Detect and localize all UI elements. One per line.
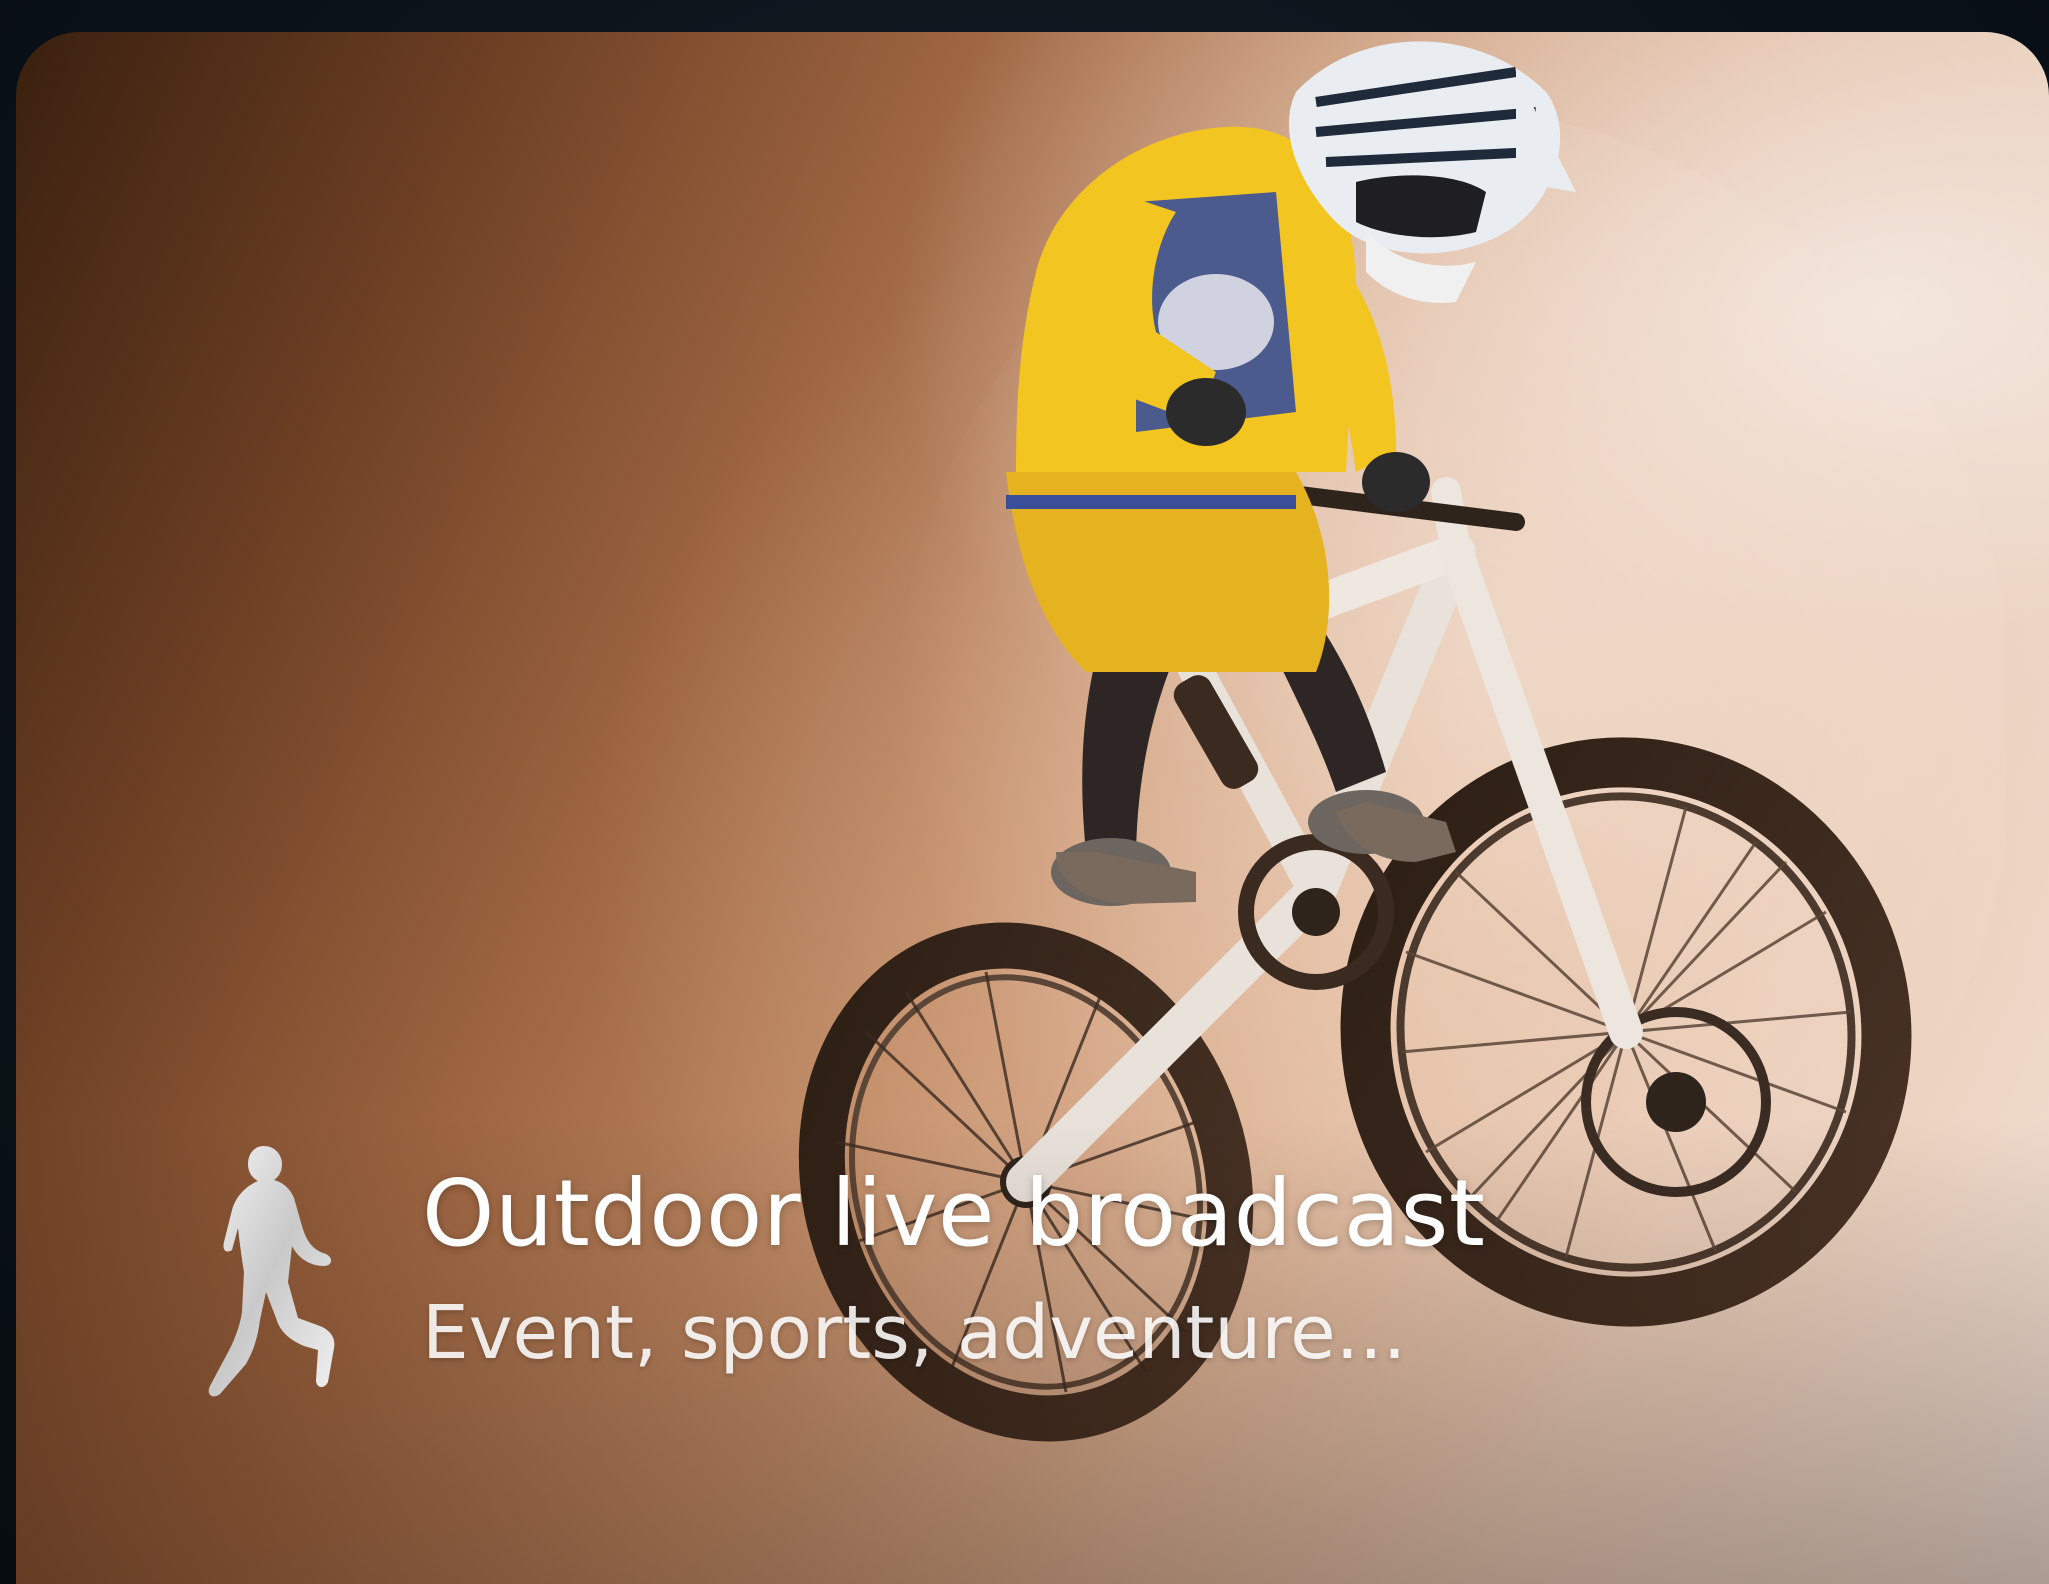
outdoor-broadcast-card[interactable]: Outdoor live broadcast Event, sports, ad…: [16, 32, 2049, 1584]
runner-icon: [208, 1146, 335, 1397]
card-text: Outdoor live broadcast Event, sports, ad…: [422, 1160, 1486, 1376]
card-subtitle: Event, sports, adventure...: [422, 1290, 1407, 1376]
page-background: Outdoor live broadcast Event, sports, ad…: [0, 0, 2049, 1584]
card-title: Outdoor live broadcast: [422, 1160, 1486, 1267]
